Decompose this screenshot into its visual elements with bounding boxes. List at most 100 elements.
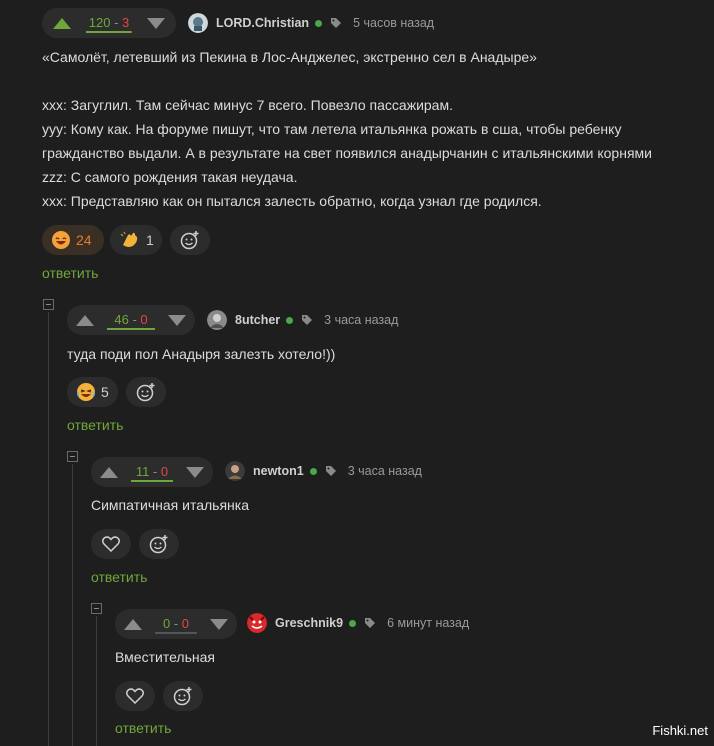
- score-minus: 0: [160, 464, 169, 479]
- score-plus: 46: [114, 312, 129, 327]
- collapse-thread-button[interactable]: [91, 603, 102, 614]
- upvote-button[interactable]: [115, 609, 151, 639]
- online-indicator-icon: [349, 619, 357, 627]
- tag-icon[interactable]: [365, 618, 376, 628]
- comment-text: «Самолёт, летевший из Пекина в Лос-Андже…: [42, 45, 702, 213]
- reaction-laughing-tears[interactable]: 5: [67, 377, 118, 407]
- author-name[interactable]: newton1: [253, 464, 304, 478]
- reaction-count: 1: [146, 232, 154, 248]
- reply-link[interactable]: ответить: [42, 265, 98, 281]
- online-indicator-icon: [315, 19, 323, 27]
- comment-author: Greschnik9 6 минут назад: [247, 613, 469, 633]
- score-ratio-fill: [107, 328, 155, 330]
- comment-text: туда поди пол Анадыря залезть хотело!)): [67, 346, 336, 362]
- downvote-arrow-icon: [168, 314, 186, 326]
- upvote-arrow-icon: [76, 314, 94, 326]
- score-plus: 120: [88, 15, 111, 30]
- score-separator: -: [170, 616, 182, 631]
- avatar[interactable]: [188, 13, 208, 33]
- like-button[interactable]: [115, 681, 155, 711]
- comment-author: 8utcher 3 часа назад: [207, 310, 398, 330]
- laughing-face-icon: [52, 231, 70, 249]
- add-reaction-icon: [173, 687, 192, 706]
- upvote-button[interactable]: [91, 457, 127, 487]
- downvote-button[interactable]: [159, 305, 195, 335]
- laughing-tears-face-icon: [77, 383, 95, 401]
- score: 11 - 0: [127, 457, 177, 487]
- online-indicator-icon: [309, 467, 317, 475]
- comment-line: гражданство выдали. А в результате на св…: [42, 145, 652, 161]
- comment-text: Симпатичная итальянка: [91, 497, 249, 513]
- comment-line: [42, 69, 702, 93]
- upvote-button[interactable]: [67, 305, 103, 335]
- score-ratio-fill: [86, 31, 131, 33]
- avatar[interactable]: [247, 613, 267, 633]
- add-reaction-button[interactable]: [126, 377, 166, 407]
- score-separator: -: [128, 312, 141, 327]
- vote-widget: 46 - 0: [67, 305, 195, 335]
- reply-link[interactable]: ответить: [91, 569, 147, 585]
- downvote-button[interactable]: [177, 457, 213, 487]
- score: 120 - 3: [82, 8, 136, 38]
- add-reaction-icon: [180, 231, 199, 250]
- collapse-thread-button[interactable]: [67, 451, 78, 462]
- watermark: Fishki.net: [652, 723, 708, 738]
- comment-time[interactable]: 3 часа назад: [348, 464, 422, 478]
- add-reaction-icon: [149, 535, 168, 554]
- comment-text: Вместительная: [115, 649, 215, 665]
- like-button[interactable]: [91, 529, 131, 559]
- thread-line: [96, 616, 97, 746]
- collapse-thread-button[interactable]: [43, 299, 54, 310]
- comment-line: «Самолёт, летевший из Пекина в Лос-Андже…: [42, 49, 537, 65]
- author-name[interactable]: LORD.Christian: [216, 16, 309, 30]
- clapping-hands-icon: [120, 231, 138, 247]
- comment-time[interactable]: 5 часов назад: [353, 16, 434, 30]
- score-ratio-fill: [131, 480, 173, 482]
- tag-icon[interactable]: [325, 466, 336, 476]
- add-reaction-button[interactable]: [139, 529, 179, 559]
- score-minus: 3: [122, 15, 130, 30]
- score-plus: 11: [135, 464, 150, 479]
- score: 0 - 0: [151, 609, 201, 639]
- score-ratio-bar: [86, 31, 132, 33]
- comment-author: LORD.Christian 5 часов назад: [188, 13, 434, 33]
- score-minus: 0: [140, 312, 148, 327]
- reaction-count: 24: [76, 232, 92, 248]
- add-reaction-button[interactable]: [163, 681, 203, 711]
- score-ratio-bar: [155, 632, 197, 634]
- comment-line: zzz: С самого рождения такая неудача.: [42, 169, 298, 185]
- reaction-laughing[interactable]: 24: [42, 225, 104, 255]
- tag-icon[interactable]: [331, 18, 342, 28]
- downvote-button[interactable]: [136, 8, 176, 38]
- author-name[interactable]: Greschnik9: [275, 616, 343, 630]
- comment-time[interactable]: 3 часа назад: [324, 313, 398, 327]
- vote-widget: 0 - 0: [115, 609, 237, 639]
- reaction-clapping[interactable]: 1: [110, 225, 162, 255]
- score: 46 - 0: [103, 305, 159, 335]
- tag-icon[interactable]: [302, 315, 313, 325]
- score-separator: -: [110, 15, 123, 30]
- comment-line: yyy: Кому как. На форуме пишут, что там …: [42, 121, 622, 137]
- reaction-count: 5: [101, 384, 109, 400]
- add-reaction-button[interactable]: [170, 225, 210, 255]
- heart-icon: [126, 688, 144, 704]
- reply-link[interactable]: ответить: [115, 720, 171, 736]
- avatar[interactable]: [225, 461, 245, 481]
- upvote-button[interactable]: [42, 8, 82, 38]
- thread-line: [48, 312, 49, 746]
- downvote-arrow-icon: [210, 618, 228, 630]
- score-ratio-bar: [131, 480, 173, 482]
- heart-icon: [102, 536, 120, 552]
- author-name[interactable]: 8utcher: [235, 313, 280, 327]
- online-indicator-icon: [286, 316, 294, 324]
- upvote-arrow-icon: [100, 466, 118, 478]
- upvote-arrow-icon: [124, 618, 142, 630]
- score-separator: -: [149, 464, 161, 479]
- downvote-arrow-icon: [186, 466, 204, 478]
- avatar[interactable]: [207, 310, 227, 330]
- comment-time[interactable]: 6 минут назад: [387, 616, 469, 630]
- score-minus: 0: [181, 616, 190, 631]
- reply-link[interactable]: ответить: [67, 417, 123, 433]
- downvote-button[interactable]: [201, 609, 237, 639]
- score-ratio-bar: [107, 328, 155, 330]
